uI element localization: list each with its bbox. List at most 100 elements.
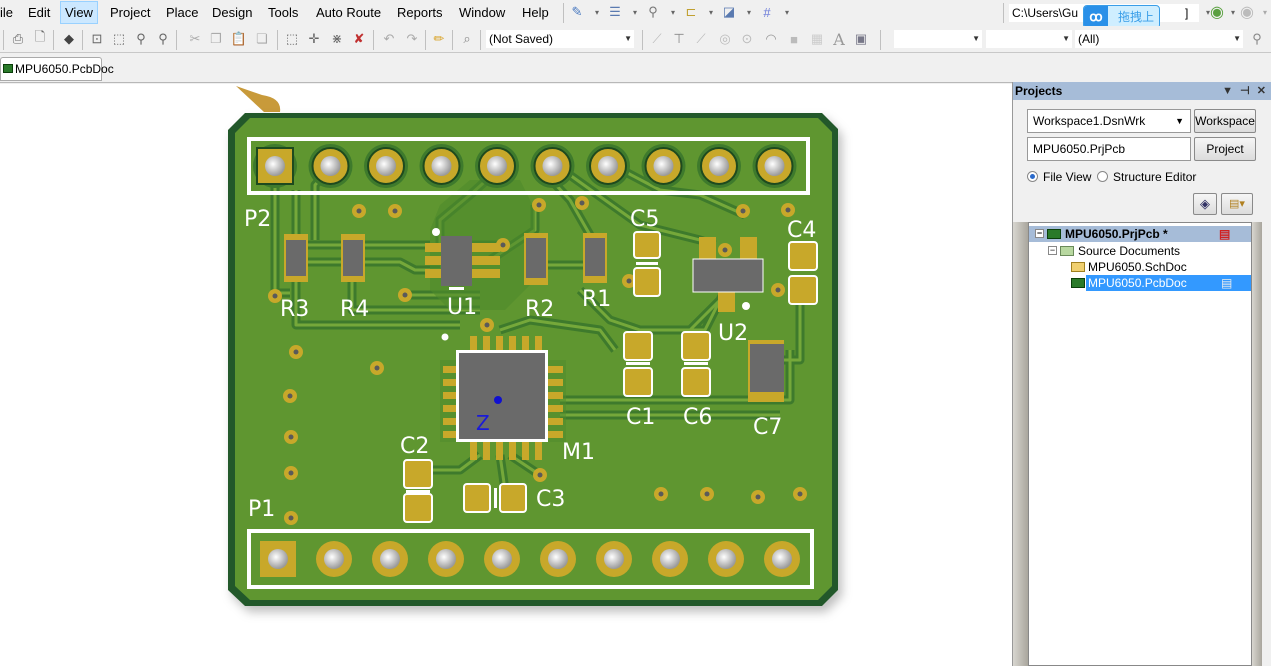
p2-pin[interactable] [253, 144, 297, 188]
align-icon[interactable]: ☰ [606, 3, 624, 21]
dropdown-arrow-icon[interactable]: ▾ [778, 3, 796, 21]
p1-pin[interactable] [652, 541, 688, 577]
c2[interactable] [403, 459, 433, 523]
c6[interactable] [681, 331, 711, 397]
via-icon[interactable]: ⊙ [738, 30, 756, 48]
print-preview-icon[interactable]: 🗋 [31, 29, 49, 48]
tree-folder-row[interactable]: − Source Documents [1029, 243, 1251, 259]
copy-icon[interactable]: ❐ [207, 30, 225, 48]
browse-components-icon[interactable]: ⌕ [458, 30, 476, 48]
structure-editor-radio[interactable]: Structure Editor [1097, 170, 1196, 184]
collapse-icon[interactable]: − [1048, 246, 1057, 255]
file-view-radio[interactable]: File View [1027, 170, 1091, 184]
arc-icon[interactable]: ◠ [762, 30, 780, 48]
cross-probe-icon[interactable]: ✏ [430, 30, 448, 48]
measure-icon[interactable]: ✎ [568, 3, 586, 21]
print-icon[interactable]: ⎙ [9, 30, 27, 48]
c7[interactable] [748, 340, 784, 402]
paste-icon[interactable]: 📋 [230, 30, 248, 48]
snapshot-combo[interactable]: (Not Saved) ▼ [485, 29, 635, 49]
p1-pin[interactable] [428, 541, 464, 577]
layers-3d-icon[interactable]: ◆ [60, 30, 78, 48]
r3[interactable] [284, 234, 308, 282]
p2-pin[interactable] [475, 144, 519, 188]
zoom-area-icon[interactable]: ⬚ [110, 30, 128, 48]
tab-mpu6050-pcbdoc[interactable]: MPU6050.PcbDoc [0, 57, 114, 81]
collapse-icon[interactable]: − [1035, 229, 1044, 238]
project-button[interactable]: Project [1194, 137, 1256, 161]
tree-doc-row[interactable]: MPU6050.SchDoc [1029, 259, 1251, 275]
p1-pin[interactable] [484, 541, 520, 577]
zoom-fit-icon[interactable]: ⊡ [88, 30, 106, 48]
fill-icon[interactable]: ■ [785, 30, 803, 48]
p1-pin[interactable] [372, 541, 408, 577]
menu-help[interactable]: Help [518, 1, 553, 24]
c3[interactable] [463, 483, 527, 513]
p1-pin[interactable] [540, 541, 576, 577]
menu-window[interactable]: Window [455, 1, 509, 24]
pad-icon[interactable]: ◎ [716, 30, 734, 48]
p2-pin[interactable] [364, 144, 408, 188]
grid-icon[interactable]: # [758, 3, 776, 21]
menu-reports[interactable]: Reports [393, 1, 447, 24]
project-tree[interactable]: − MPU6050.PrjPcb * ▤ − Source Documents … [1028, 222, 1252, 666]
filter-combo[interactable]: (All) ▼ [1074, 29, 1244, 49]
menu-tools[interactable]: Tools [264, 1, 302, 24]
dropdown-arrow-icon[interactable]: ▾ [626, 3, 644, 21]
route-icon[interactable]: ⟋ [648, 30, 666, 48]
project-field[interactable]: MPU6050.PrjPcb [1027, 137, 1191, 161]
dropdown-arrow-icon[interactable]: ▾ [702, 3, 720, 21]
cut-icon[interactable]: ✂ [186, 30, 204, 48]
r4[interactable] [341, 234, 365, 282]
p1-pin[interactable] [596, 541, 632, 577]
differential-pair-icon[interactable]: ⊤ [670, 30, 688, 48]
c5[interactable] [633, 231, 661, 297]
workspace-settings-button[interactable]: ◈ [1193, 193, 1217, 215]
forward-icon[interactable]: ◉ [1238, 3, 1256, 21]
room-icon[interactable]: ⊏ [682, 3, 700, 21]
select-area-icon[interactable]: ⬚ [283, 30, 301, 48]
menu-auto-route[interactable]: Auto Route [312, 1, 385, 24]
menu-view[interactable]: View [60, 1, 98, 24]
close-icon[interactable]: ✕ [1257, 85, 1266, 97]
tree-doc-row-selected[interactable]: MPU6050.PcbDoc ▤ [1029, 275, 1251, 291]
component-icon[interactable]: ▣ [852, 30, 870, 48]
dropdown-arrow-icon[interactable]: ▾ [664, 3, 682, 21]
dropdown-arrow-icon[interactable]: ▾ [588, 3, 606, 21]
workspace-button[interactable]: Workspace [1194, 109, 1256, 133]
redo-icon[interactable]: ↷ [403, 30, 421, 48]
move-icon[interactable]: ✛ [305, 30, 323, 48]
p1-pin[interactable] [260, 541, 296, 577]
p2-pin[interactable] [308, 144, 353, 188]
p2-pin[interactable] [586, 144, 630, 188]
dropdown-arrow-icon[interactable]: ▾ [1256, 3, 1271, 21]
dropdown-arrow-icon[interactable]: ▾ [740, 3, 758, 21]
polygon-icon[interactable]: ▦ [808, 30, 826, 48]
workspace-select[interactable]: Workspace1.DsnWrk ▼ [1027, 109, 1191, 133]
pin-icon[interactable]: ⊣ [1240, 85, 1250, 97]
zoom-selected-icon[interactable]: ⚲ [132, 30, 150, 48]
p2-pin[interactable] [697, 144, 741, 188]
r1[interactable] [583, 233, 607, 283]
string-icon[interactable]: A [830, 30, 848, 49]
pcb-board-view[interactable]: P2 R3 R4 U1 R2 R1 C5 C4 U2 C1 C6 C7 M1 C… [0, 84, 1012, 666]
rubber-stamp-icon[interactable]: ❏ [253, 30, 271, 48]
p2-pin[interactable] [641, 144, 686, 188]
tree-project-row[interactable]: − MPU6050.PrjPcb * ▤ [1029, 226, 1251, 242]
r2[interactable] [524, 233, 548, 285]
find-icon[interactable]: ⚲ [644, 3, 662, 21]
menu-file[interactable]: ile [0, 1, 17, 24]
undo-icon[interactable]: ↶ [380, 30, 398, 48]
clear-filter-icon[interactable]: ✘ [350, 30, 368, 48]
zoom-filtered-icon[interactable]: ⚲ [154, 30, 172, 48]
multi-route-icon[interactable]: ⟋ [692, 30, 710, 48]
menu-design[interactable]: Design [208, 1, 256, 24]
project-options-button[interactable]: ▤▾ [1221, 193, 1253, 215]
p2-pin[interactable] [752, 144, 797, 188]
p2-pin[interactable] [419, 144, 464, 188]
layer-set-combo[interactable]: ▼ [893, 29, 983, 49]
deselect-icon[interactable]: ⋇ [328, 30, 346, 48]
m1[interactable] [440, 333, 566, 461]
p2-pin[interactable] [530, 144, 575, 188]
c1[interactable] [623, 331, 653, 397]
